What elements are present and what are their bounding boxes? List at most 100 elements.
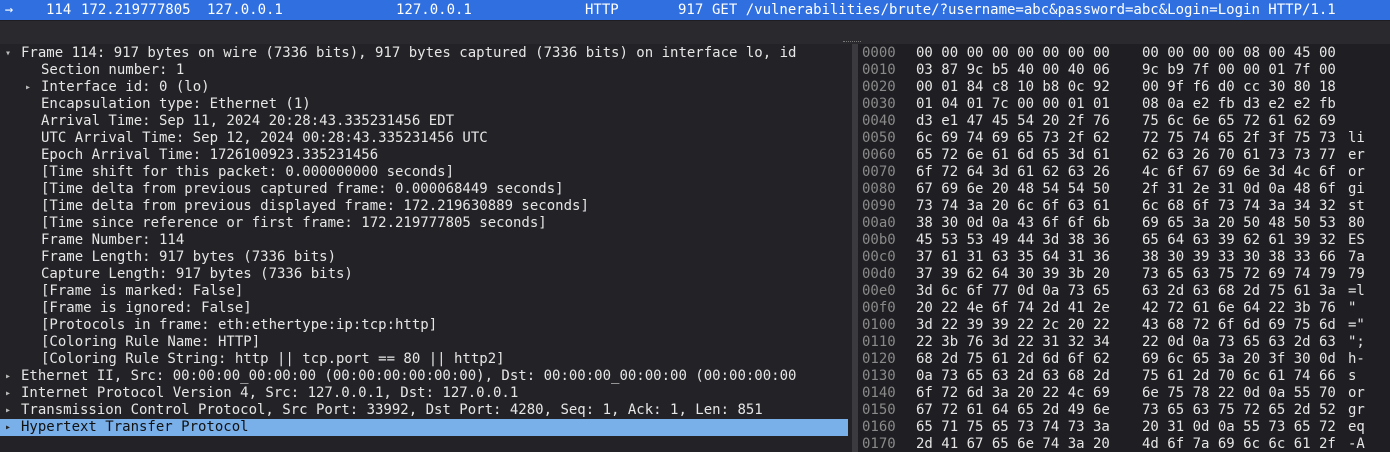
hex-ascii: eq	[1348, 419, 1365, 435]
hex-bytes-left: 22 3b 76 3d 22 31 32 34	[916, 334, 1110, 350]
hex-row[interactable]: 00a0 38 30 0d 0a 43 6f 6f 6b 69 65 3a 20 5…	[858, 215, 1390, 232]
collapsed-arrow-icon[interactable]: ▸	[2, 368, 14, 385]
hex-bytes-right: 73 65 63 75 72 65 2d 52	[1142, 402, 1336, 418]
collapsed-arrow-icon[interactable]: ▸	[2, 385, 14, 402]
tree-row[interactable]: ▸ Internet Protocol Version 4, Src: 127.0…	[0, 385, 852, 402]
hex-bytes-right: 69 65 3a 20 50 48 50 53	[1142, 215, 1336, 231]
hex-offset: 0110	[862, 334, 896, 350]
hex-row[interactable]: 00b0 45 53 53 49 44 3d 38 36 65 64 63 39 6…	[858, 232, 1390, 249]
hex-ascii: er	[1348, 147, 1365, 163]
hex-offset: 00c0	[862, 249, 896, 265]
tree-row[interactable]: [Time delta from previous displayed fram…	[0, 198, 852, 215]
tree-row-label: [Coloring Rule String: http || tcp.port …	[41, 351, 505, 367]
tree-row-label: Ethernet II, Src: 00:00:00_00:00:00 (00:…	[21, 368, 797, 384]
hex-row[interactable]: 0010 03 87 9c b5 40 00 40 06 9c b9 7f 00 0…	[858, 62, 1390, 79]
tree-row[interactable]: [Frame is marked: False]	[0, 283, 852, 300]
hex-row[interactable]: 0050 6c 69 74 69 65 73 2f 62 72 75 74 65 2…	[858, 130, 1390, 147]
tree-row[interactable]: Frame Number: 114	[0, 232, 852, 249]
hex-ascii: ";	[1348, 334, 1365, 350]
tree-row[interactable]: ▾ Frame 114: 917 bytes on wire (7336 bits…	[0, 45, 852, 62]
hex-row[interactable]: 0120 68 2d 75 61 2d 6d 6f 62 69 6c 65 3a 2…	[858, 351, 1390, 368]
expanded-arrow-icon[interactable]: ▾	[2, 45, 14, 62]
hex-bytes-left: d3 e1 47 45 54 20 2f 76	[916, 113, 1110, 129]
tree-row[interactable]: [Frame is ignored: False]	[0, 300, 852, 317]
tree-row[interactable]: [Time since reference or first frame: 17…	[0, 215, 852, 232]
packet-list-selected-row[interactable]: → 114 172.219777805 127.0.0.1 127.0.0.1 …	[0, 0, 1390, 20]
packet-length: 917	[678, 2, 704, 18]
hex-row[interactable]: 0060 65 72 6e 61 6d 65 3d 61 62 63 26 70 6…	[858, 147, 1390, 164]
hex-offset: 0140	[862, 385, 896, 401]
tree-row-label: [Frame is ignored: False]	[41, 300, 252, 316]
tree-row[interactable]: ▸ Transmission Control Protocol, Src Port…	[0, 402, 852, 419]
hex-offset: 0160	[862, 419, 896, 435]
hex-bytes-left: 2d 41 67 65 6e 74 3a 20	[916, 436, 1110, 452]
tree-row-selected[interactable]: ▸ Hypertext Transfer Protocol	[0, 419, 848, 436]
hex-row[interactable]: 00c0 37 61 31 63 35 64 31 36 38 30 39 33 3…	[858, 249, 1390, 266]
hex-bytes-right: 42 72 61 6e 64 22 3b 76	[1142, 300, 1336, 316]
hex-row[interactable]: 0170 2d 41 67 65 6e 74 3a 20 4d 6f 7a 69 6…	[858, 436, 1390, 452]
tree-row[interactable]: Section number: 1	[0, 62, 852, 79]
hex-row[interactable]: 0160 65 71 75 65 73 74 73 3a 20 31 0d 0a 5…	[858, 419, 1390, 436]
hex-row[interactable]: 0140 6f 72 6d 3a 20 22 4c 69 6e 75 78 22 0…	[858, 385, 1390, 402]
hex-row[interactable]: 0070 6f 72 64 3d 61 62 63 26 4c 6f 67 69 6…	[858, 164, 1390, 181]
tree-row[interactable]: Capture Length: 917 bytes (7336 bits)	[0, 266, 852, 283]
hex-ascii: ES	[1348, 232, 1365, 248]
hex-row[interactable]: 0150 67 72 61 64 65 2d 49 6e 73 65 63 75 7…	[858, 402, 1390, 419]
tree-row[interactable]: [Coloring Rule String: http || tcp.port …	[0, 351, 852, 368]
hex-row[interactable]: 00f0 20 22 4e 6f 74 2d 41 2e 42 72 61 6e 6…	[858, 300, 1390, 317]
collapsed-arrow-icon[interactable]: ▸	[2, 419, 14, 436]
packet-details-pane[interactable]: ▾ Frame 114: 917 bytes on wire (7336 bits…	[0, 44, 852, 452]
hex-row[interactable]: 0000 00 00 00 00 00 00 00 00 00 00 00 00 0…	[858, 45, 1390, 62]
tree-row[interactable]: [Time delta from previous captured frame…	[0, 181, 852, 198]
tree-row[interactable]: [Coloring Rule Name: HTTP]	[0, 334, 852, 351]
tree-row[interactable]: Arrival Time: Sep 11, 2024 20:28:43.3352…	[0, 113, 852, 130]
hex-bytes-right: 65 64 63 39 62 61 39 32	[1142, 232, 1336, 248]
packet-destination: 127.0.0.1	[396, 2, 472, 18]
tree-row-label: Capture Length: 917 bytes (7336 bits)	[41, 266, 353, 282]
hex-bytes-right: 22 0d 0a 73 65 63 2d 63	[1142, 334, 1336, 350]
hex-row[interactable]: 0090 73 74 3a 20 6c 6f 63 61 6c 68 6f 73 7…	[858, 198, 1390, 215]
hex-bytes-right: 2f 31 2e 31 0d 0a 48 6f	[1142, 181, 1336, 197]
tree-row-label: Frame Length: 917 bytes (7336 bits)	[41, 249, 337, 265]
tree-row[interactable]: ▸ Interface id: 0 (lo)	[0, 79, 852, 96]
hex-bytes-right: 9c b9 7f 00 00 01 7f 00	[1142, 62, 1336, 78]
collapsed-arrow-icon[interactable]: ▸	[2, 402, 14, 419]
tree-row[interactable]: Encapsulation type: Ethernet (1)	[0, 96, 852, 113]
tree-row[interactable]: Frame Length: 917 bytes (7336 bits)	[0, 249, 852, 266]
packet-bytes-pane[interactable]: 0000 00 00 00 00 00 00 00 00 00 00 00 00 0…	[858, 44, 1390, 452]
hex-bytes-left: 6f 72 64 3d 61 62 63 26	[916, 164, 1110, 180]
tree-row[interactable]: [Time shift for this packet: 0.000000000…	[0, 164, 852, 181]
hex-ascii: gr	[1348, 402, 1365, 418]
hex-row[interactable]: 0030 01 04 01 7c 00 00 01 01 08 0a e2 fb d…	[858, 96, 1390, 113]
hex-offset: 00a0	[862, 215, 896, 231]
hex-row[interactable]: 0020 00 01 84 c8 10 b8 0c 92 00 9f f6 d0 c…	[858, 79, 1390, 96]
hex-bytes-left: 3d 6c 6f 77 0d 0a 73 65	[916, 283, 1110, 299]
hex-bytes-left: 00 00 00 00 00 00 00 00	[916, 45, 1110, 61]
hex-row[interactable]: 0040 d3 e1 47 45 54 20 2f 76 75 6c 6e 65 7…	[858, 113, 1390, 130]
hex-bytes-right: 43 68 72 6f 6d 69 75 6d	[1142, 317, 1336, 333]
hex-offset: 00d0	[862, 266, 896, 282]
tree-row-label: [Time shift for this packet: 0.000000000…	[41, 164, 455, 180]
tree-row[interactable]: UTC Arrival Time: Sep 12, 2024 00:28:43.…	[0, 130, 852, 147]
hex-offset: 0050	[862, 130, 896, 146]
tree-row-label: UTC Arrival Time: Sep 12, 2024 00:28:43.…	[41, 130, 488, 146]
tree-row-label: Epoch Arrival Time: 1726100923.335231456	[41, 147, 379, 163]
hex-ascii: 7a	[1348, 249, 1365, 265]
tree-row[interactable]: ▸ Ethernet II, Src: 00:00:00_00:00:00 (00…	[0, 368, 852, 385]
hex-offset: 0130	[862, 368, 896, 384]
hex-row[interactable]: 0080 67 69 6e 20 48 54 54 50 2f 31 2e 31 0…	[858, 181, 1390, 198]
tree-row-label: Interface id: 0 (lo)	[41, 79, 210, 95]
hex-ascii: h-	[1348, 351, 1365, 367]
hex-row[interactable]: 0100 3d 22 39 39 22 2c 20 22 43 68 72 6f 6…	[858, 317, 1390, 334]
hex-row[interactable]: 00e0 3d 6c 6f 77 0d 0a 73 65 63 2d 63 68 2…	[858, 283, 1390, 300]
hex-row[interactable]: 0130 0a 73 65 63 2d 63 68 2d 75 61 2d 70 6…	[858, 368, 1390, 385]
pane-divider[interactable]	[0, 20, 1390, 43]
hex-row[interactable]: 0110 22 3b 76 3d 22 31 32 34 22 0d 0a 73 6…	[858, 334, 1390, 351]
tree-row[interactable]: [Protocols in frame: eth:ethertype:ip:tc…	[0, 317, 852, 334]
tree-row[interactable]: Epoch Arrival Time: 1726100923.335231456	[0, 147, 852, 164]
collapsed-arrow-icon[interactable]: ▸	[22, 79, 34, 96]
hex-bytes-right: 4d 6f 7a 69 6c 6c 61 2f	[1142, 436, 1336, 452]
hex-bytes-right: 00 9f f6 d0 cc 30 80 18	[1142, 79, 1336, 95]
tree-row-label: Arrival Time: Sep 11, 2024 20:28:43.3352…	[41, 113, 455, 129]
hex-row[interactable]: 00d0 37 39 62 64 30 39 3b 20 73 65 63 75 7…	[858, 266, 1390, 283]
